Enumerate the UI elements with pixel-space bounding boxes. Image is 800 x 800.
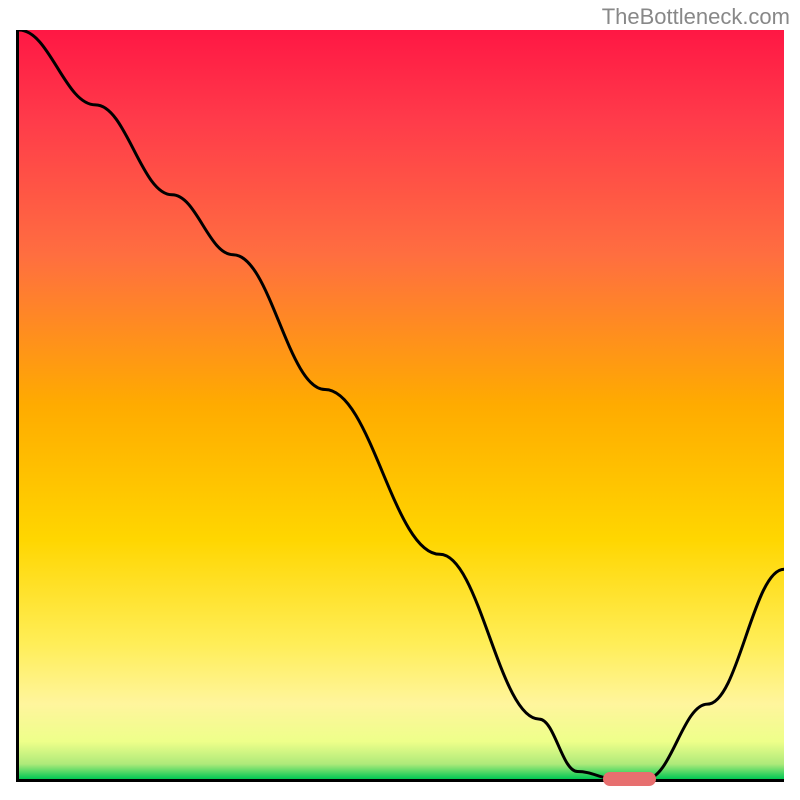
optimal-range-marker [603, 772, 657, 786]
chart-plot-area [16, 30, 784, 782]
chart-curve [19, 30, 784, 779]
watermark-text: TheBottleneck.com [602, 4, 790, 30]
